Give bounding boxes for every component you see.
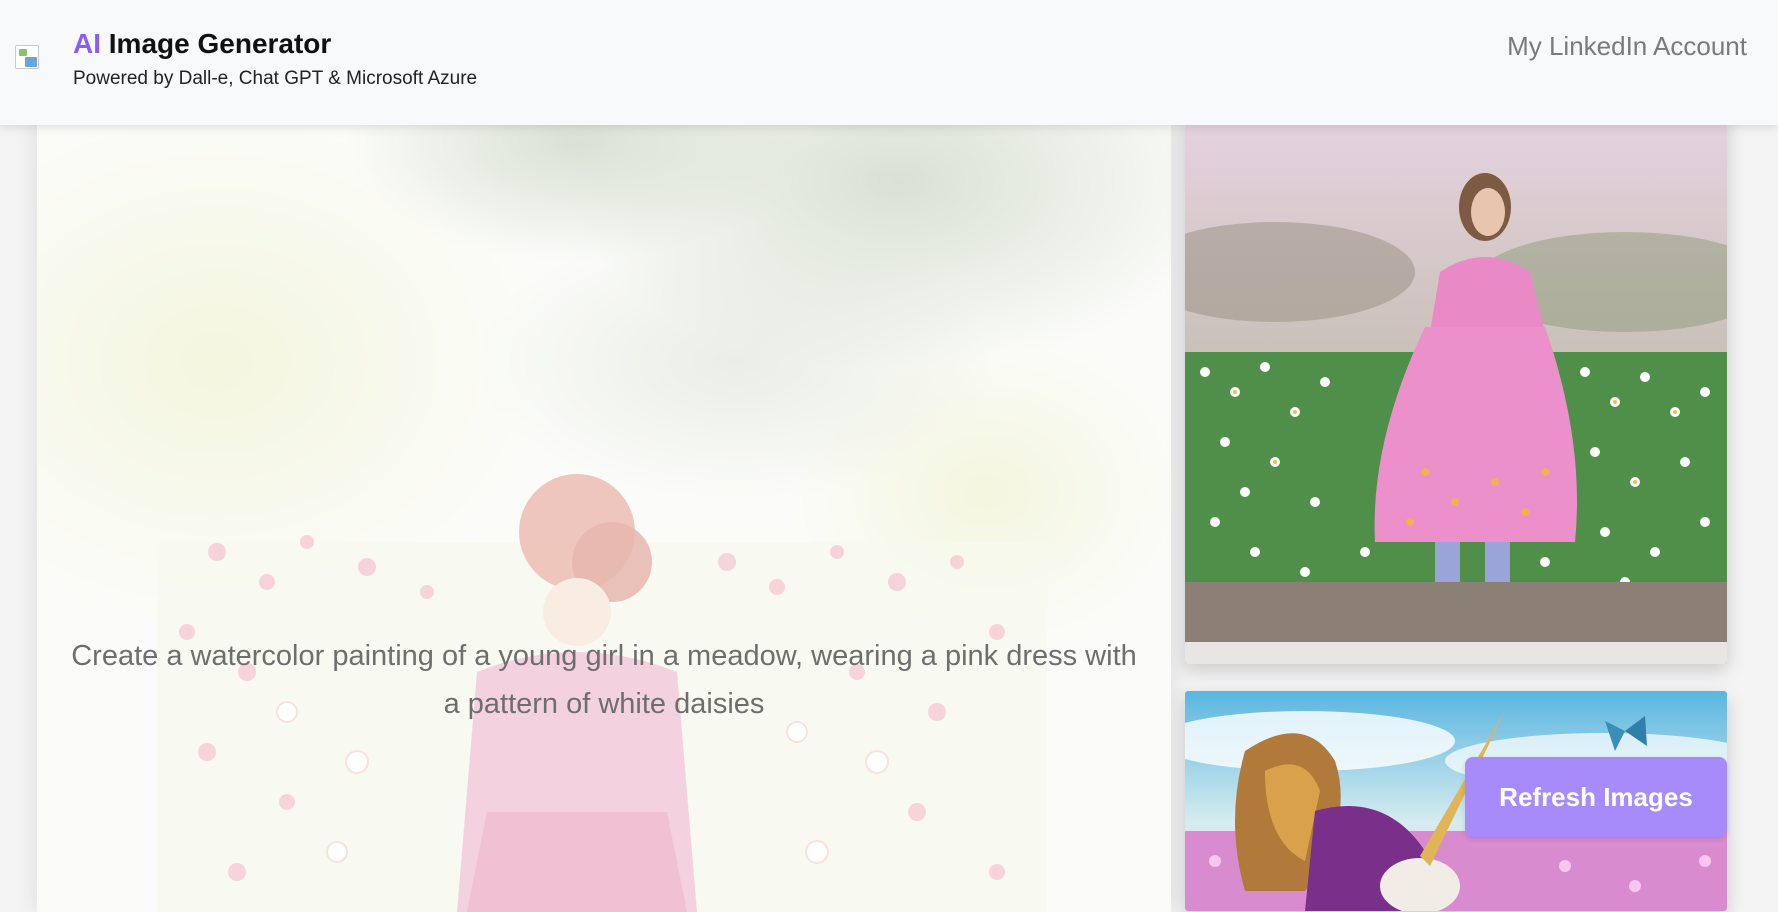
- main-image-card: Create a watercolor painting of a young …: [37, 112, 1171, 912]
- page-subtitle: Powered by Dall-e, Chat GPT & Microsoft …: [73, 68, 478, 89]
- page-title: AI Image Generator: [73, 28, 331, 60]
- linkedin-account-link[interactable]: My LinkedIn Account: [1507, 31, 1747, 62]
- image-overlay: [37, 112, 1171, 912]
- app-header: AI Image Generator Powered by Dall-e, Ch…: [0, 0, 1778, 125]
- thumbnail-image-1[interactable]: [1185, 112, 1727, 664]
- thumbnail-girl-pink-dress: [1185, 112, 1727, 664]
- image-prompt-text: Create a watercolor painting of a young …: [71, 640, 1137, 720]
- title-accent: AI: [73, 28, 101, 59]
- refresh-images-button[interactable]: Refresh Images: [1465, 757, 1727, 837]
- broken-image-logo-icon: [15, 45, 39, 69]
- title-text: Image Generator: [101, 28, 332, 59]
